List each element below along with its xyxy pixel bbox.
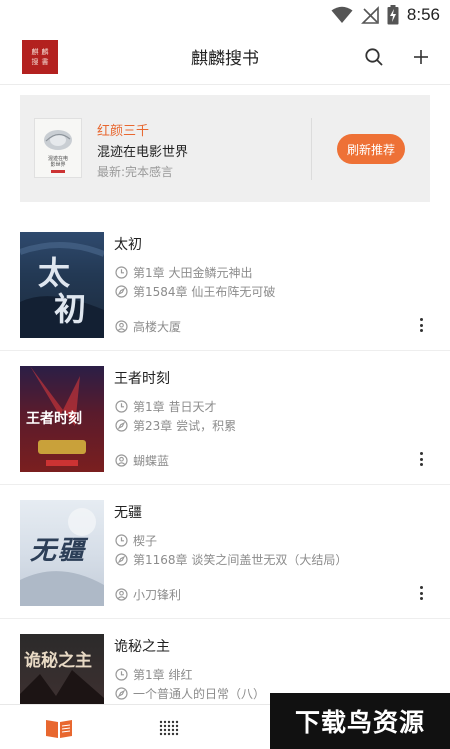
last-read-chapter: 楔子: [133, 533, 158, 548]
latest-chapter-row: 第1168章 谈笑之间盖世无双（大结局）: [115, 551, 347, 567]
book-title: 王者时刻: [114, 371, 170, 387]
compass-icon: [115, 284, 128, 298]
author-row: 高楼大厦: [115, 318, 181, 334]
clock-icon: [115, 399, 128, 413]
bookshelf-list: 太 初 太初 第1章 大田金鳞元神出 第1584章 仙王布阵无可破 高楼大厦 王…: [0, 217, 450, 749]
last-read-row: 第1章 大田金鳞元神出: [115, 264, 252, 280]
user-icon: [115, 319, 128, 333]
search-icon: [365, 48, 383, 66]
cover-title-char: 初: [54, 290, 87, 328]
more-options-button[interactable]: [413, 450, 429, 468]
last-read-row: 第1章 昔日天才: [115, 398, 216, 414]
cover-publisher-mark: [51, 170, 65, 173]
user-icon: [115, 587, 128, 601]
latest-chapter-row: 第1584章 仙王布阵无可破: [115, 283, 275, 299]
cover-swirl-graphic: [44, 130, 72, 150]
book-cover[interactable]: 无 疆: [20, 500, 104, 606]
watermark-overlay: 下载鸟资源: [270, 693, 450, 749]
latest-chapter: 一个普通人的日常（八）: [133, 686, 266, 701]
add-button[interactable]: [408, 44, 434, 70]
last-read-row: 第1章 绯红: [115, 666, 192, 682]
book-title: 无疆: [114, 505, 142, 521]
compass-icon: [115, 686, 128, 700]
status-bar: 8:56: [0, 0, 450, 30]
app-bar: 麒 麟 搜 書 麒麟搜书: [0, 30, 450, 84]
book-cover[interactable]: 王者时刻: [20, 366, 104, 472]
battery-charging-icon: [387, 5, 399, 25]
watermark-text: 下载鸟资源: [294, 708, 425, 737]
book-list-item[interactable]: 王者时刻 王者时刻 第1章 昔日天才 第23章 尝试，积累 蝴蝶蓝: [0, 351, 450, 485]
last-read-chapter: 第1章 绯红: [133, 667, 193, 682]
clock-icon: [115, 667, 128, 681]
compass-icon: [115, 418, 128, 432]
banner-divider: [311, 118, 312, 180]
banner-author: 红颜三千: [97, 124, 150, 139]
refresh-recommendation-button[interactable]: 刷新推荐: [337, 134, 405, 164]
author-row: 小刀锋利: [115, 586, 181, 602]
wifi-icon: [331, 6, 353, 23]
recommendation-banner[interactable]: 混迹在电 影世界 红颜三千 混迹在电影世界 最新:完本感言 刷新推荐: [20, 95, 430, 202]
search-button[interactable]: [361, 44, 387, 70]
cover-title-text: 王者时刻: [26, 411, 82, 427]
book-author: 高楼大厦: [133, 319, 182, 334]
status-time: 8:56: [406, 5, 440, 24]
plus-icon: [414, 50, 428, 64]
latest-chapter: 第1584章 仙王布阵无可破: [133, 284, 276, 299]
status-icons: 8:56: [331, 4, 440, 26]
banner-book-cover[interactable]: 混迹在电 影世界: [34, 118, 82, 178]
clock-icon: [115, 533, 128, 547]
clock-icon: [115, 265, 128, 279]
no-signal-icon: [360, 6, 379, 24]
header-divider: [0, 84, 450, 85]
compass-icon: [115, 552, 128, 566]
banner-latest-chapter: 最新:完本感言: [97, 165, 174, 179]
latest-chapter: 第1168章 谈笑之间盖世无双（大结局）: [133, 552, 348, 567]
banner-book-title[interactable]: 混迹在电影世界: [97, 141, 188, 160]
last-read-chapter: 第1章 昔日天才: [133, 399, 217, 414]
tab-discover[interactable]: [155, 715, 185, 741]
user-icon: [115, 453, 128, 467]
more-options-button[interactable]: [413, 584, 429, 602]
more-options-button[interactable]: [413, 316, 429, 334]
book-list-item[interactable]: 无 疆 无疆 楔子 第1168章 谈笑之间盖世无双（大结局） 小刀锋利: [0, 485, 450, 619]
dot-grid-icon: [159, 720, 179, 736]
last-read-row: 楔子: [115, 532, 157, 548]
book-title: 太初: [114, 237, 142, 253]
last-read-chapter: 第1章 大田金鳞元神出: [133, 265, 253, 280]
book-cover[interactable]: 太 初: [20, 232, 104, 338]
cover-title-line: 影世界: [50, 162, 66, 168]
tab-bookshelf[interactable]: [44, 715, 74, 741]
cover-title-text: 诡秘之主: [24, 651, 92, 671]
latest-chapter: 第23章 尝试，积累: [133, 418, 237, 433]
latest-chapter-row: 第23章 尝试，积累: [115, 417, 236, 433]
book-icon: [46, 720, 72, 738]
latest-chapter-row: 一个普通人的日常（八）: [115, 685, 265, 701]
cover-title-char: 无: [30, 536, 57, 566]
author-row: 蝴蝶蓝: [115, 452, 169, 468]
cover-title-char: 疆: [58, 536, 85, 566]
book-author: 蝴蝶蓝: [133, 453, 170, 468]
book-list-item[interactable]: 太 初 太初 第1章 大田金鳞元神出 第1584章 仙王布阵无可破 高楼大厦: [0, 217, 450, 351]
book-title: 诡秘之主: [114, 639, 170, 655]
book-author: 小刀锋利: [133, 587, 182, 602]
